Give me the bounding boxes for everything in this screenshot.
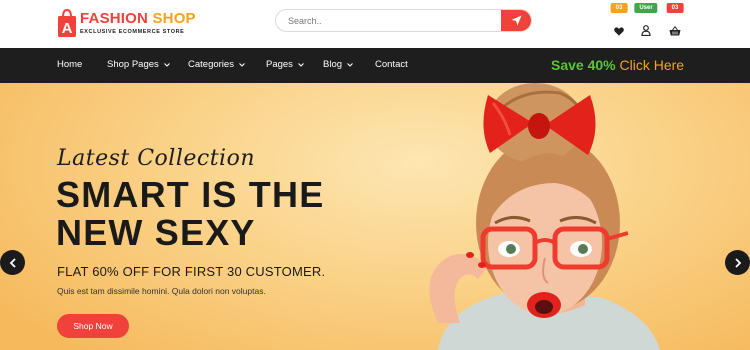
hero-headline-line1: SMART IS THE [56, 174, 325, 215]
hero-subheadline: FLAT 60% OFF FOR FIRST 30 CUSTOMER. [57, 264, 326, 279]
nav-item-label: Shop Pages [107, 59, 159, 70]
logo-letter: A [62, 20, 73, 37]
hero-headline: SMART IS THE NEW SEXY [56, 176, 324, 252]
promo-link[interactable]: Save 40% Click Here [551, 57, 684, 73]
promo-cta-text: Click Here [619, 57, 685, 73]
hero-script-title: Latest Collection [57, 146, 255, 171]
search-bar [275, 9, 532, 32]
nav-item-home[interactable]: Home [57, 59, 82, 70]
chevron-down-icon [298, 62, 304, 67]
user-badge: User [634, 3, 658, 13]
basket-icon [669, 26, 681, 36]
main-navigation: Home Shop Pages Categories Pages Blog Co… [0, 48, 750, 83]
chevron-down-icon [239, 62, 245, 67]
brand-name-part1: FASHION [80, 10, 149, 27]
cart-count-badge: 03 [666, 3, 684, 13]
nav-item-shop-pages[interactable]: Shop Pages [107, 59, 170, 70]
wishlist-button[interactable]: 03 [609, 3, 629, 36]
chevron-down-icon [347, 62, 353, 67]
shopping-bag-logo-icon: A [58, 8, 76, 37]
brand-logo[interactable]: A FASHION SHOP EXCLUSIVE ECOMMERCE STORE [58, 5, 196, 41]
nav-item-label: Contact [375, 59, 408, 70]
nav-item-label: Categories [188, 59, 234, 70]
wishlist-count-badge: 03 [610, 3, 628, 13]
chevron-left-icon [9, 257, 16, 268]
hero-slider: Latest Collection SMART IS THE NEW SEXY … [0, 83, 750, 350]
slider-prev-button[interactable] [0, 250, 25, 275]
search-button[interactable] [501, 10, 531, 31]
nav-item-label: Blog [323, 59, 343, 70]
nav-item-label: Pages [266, 59, 293, 70]
search-input[interactable] [276, 10, 501, 31]
cart-button[interactable]: 03 [665, 3, 685, 36]
nav-item-blog[interactable]: Blog [323, 59, 353, 70]
hero-headline-line2: NEW SEXY [56, 212, 256, 253]
hero-description: Quis est tam dissimile homini. Qula dolo… [57, 286, 266, 296]
chevron-down-icon [163, 62, 170, 67]
slider-next-button[interactable] [725, 250, 750, 275]
user-icon [641, 25, 651, 36]
shop-now-button[interactable]: Shop Now [57, 314, 129, 338]
promo-highlight: Save 40% [551, 57, 616, 73]
brand-name-part2: SHOP [152, 10, 196, 27]
nav-item-label: Home [57, 59, 83, 70]
brand-name: FASHION SHOP [80, 10, 196, 27]
top-header: A FASHION SHOP EXCLUSIVE ECOMMERCE STORE… [0, 0, 750, 48]
nav-item-pages[interactable]: Pages [266, 59, 304, 70]
brand-tagline: EXCLUSIVE ECOMMERCE STORE [80, 29, 185, 35]
chevron-right-icon [734, 257, 741, 268]
heart-icon [614, 27, 624, 36]
nav-item-categories[interactable]: Categories [188, 59, 245, 70]
user-account-button[interactable]: User [634, 3, 658, 36]
send-icon [511, 15, 522, 26]
nav-item-contact[interactable]: Contact [375, 59, 408, 70]
